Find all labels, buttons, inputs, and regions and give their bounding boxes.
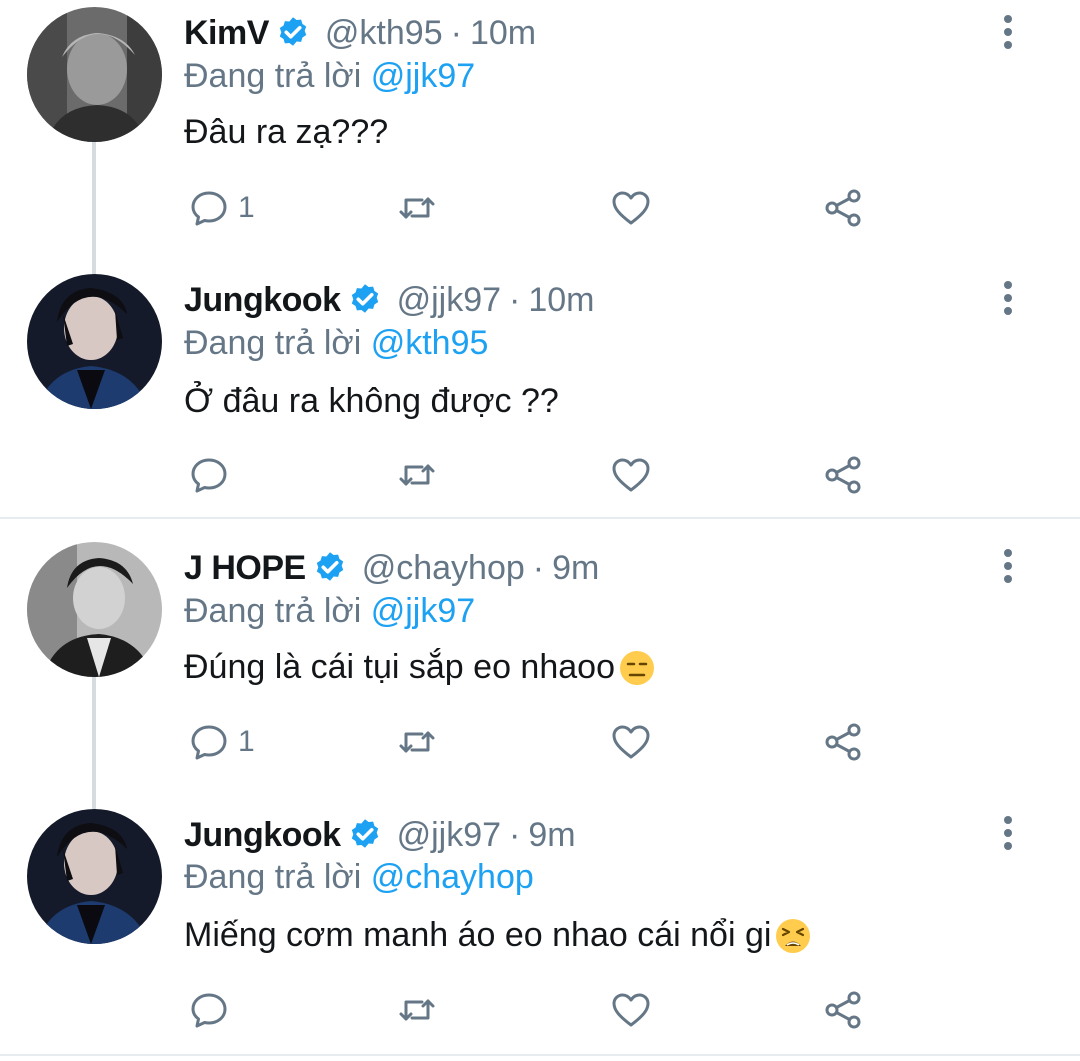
reply-count: 1	[238, 725, 255, 758]
mention-link[interactable]: @chayhop	[371, 858, 534, 896]
avatar[interactable]	[27, 274, 162, 409]
expressionless-face-emoji	[619, 650, 654, 685]
more-vertical-icon[interactable]	[993, 546, 1023, 586]
share-button[interactable]	[822, 450, 864, 500]
avatar[interactable]	[27, 542, 162, 677]
like-button[interactable]	[610, 985, 652, 1035]
retweet-icon	[396, 187, 438, 229]
verified-badge-icon	[347, 817, 383, 853]
reply-icon	[188, 454, 230, 496]
user-handle[interactable]: @kth95	[325, 14, 443, 53]
tweet-text: Ở đâu ra không được ??	[184, 382, 559, 421]
tweet[interactable]: J HOPE @chayhop · 9m Đang trả lời @jjk97…	[0, 520, 1080, 786]
user-handle[interactable]: @jjk97	[397, 281, 501, 320]
action-bar: 1	[184, 183, 884, 233]
separator-dot: ·	[509, 815, 521, 854]
tweet-text: Đúng là cái tụi sắp eo nhaoo	[184, 648, 655, 687]
retweet-button[interactable]	[396, 183, 438, 233]
share-icon	[822, 187, 864, 229]
tweet-divider	[0, 517, 1080, 519]
timestamp[interactable]: 9m	[528, 816, 575, 855]
user-handle[interactable]: @chayhop	[362, 549, 525, 588]
replying-to: Đang trả lời @chayhop	[184, 858, 534, 897]
separator-dot: ·	[509, 280, 521, 319]
replying-label: Đang trả lời	[184, 592, 362, 630]
retweet-icon	[396, 989, 438, 1031]
replying-to: Đang trả lời @kth95	[184, 324, 488, 363]
tweet-text-content: Đúng là cái tụi sắp eo nhaoo	[184, 648, 615, 686]
share-button[interactable]	[822, 985, 864, 1035]
heart-icon	[610, 721, 652, 763]
reply-button[interactable]	[188, 985, 238, 1035]
display-name[interactable]: Jungkook	[184, 281, 341, 320]
retweet-icon	[396, 454, 438, 496]
retweet-button[interactable]	[396, 717, 438, 767]
retweet-button[interactable]	[396, 450, 438, 500]
more-vertical-icon[interactable]	[993, 278, 1023, 318]
action-bar	[184, 450, 884, 500]
like-button[interactable]	[610, 717, 652, 767]
more-vertical-icon[interactable]	[993, 813, 1023, 853]
timestamp[interactable]: 10m	[470, 14, 536, 53]
tweet-text-content: Miếng cơm manh áo eo nhao cái nổi gi	[184, 916, 772, 954]
tweet-text: Đâu ra zạ???	[184, 113, 388, 152]
reply-icon	[188, 721, 230, 763]
share-icon	[822, 989, 864, 1031]
display-name[interactable]: KimV	[184, 14, 269, 53]
tweet-text-content: Ở đâu ra không được ??	[184, 382, 559, 420]
replying-label: Đang trả lời	[184, 57, 362, 95]
reply-count: 1	[238, 191, 255, 224]
share-icon	[822, 454, 864, 496]
verified-badge-icon	[347, 282, 383, 318]
mention-link[interactable]: @jjk97	[371, 592, 475, 630]
retweet-icon	[396, 721, 438, 763]
tired-face-emoji	[776, 918, 811, 953]
verified-badge-icon	[312, 550, 348, 586]
replying-to: Đang trả lời @jjk97	[184, 592, 475, 631]
display-name[interactable]: J HOPE	[184, 549, 306, 588]
tweet-header: J HOPE @chayhop · 9m	[184, 546, 599, 590]
tweet-header: KimV @kth95 · 10m	[184, 11, 536, 55]
tweet-header: Jungkook @jjk97 · 10m	[184, 278, 595, 322]
heart-icon	[610, 989, 652, 1031]
verified-badge-icon	[275, 15, 311, 51]
like-button[interactable]	[610, 450, 652, 500]
mention-link[interactable]: @kth95	[371, 324, 489, 362]
separator-dot: ·	[532, 548, 545, 587]
replying-to: Đang trả lời @jjk97	[184, 57, 475, 96]
share-button[interactable]	[822, 183, 864, 233]
reply-button[interactable]: 1	[188, 717, 255, 767]
mention-link[interactable]: @jjk97	[371, 57, 475, 95]
tweet[interactable]: Jungkook @jjk97 · 9m Đang trả lời @chayh…	[0, 796, 1080, 1058]
action-bar: 1	[184, 717, 884, 767]
tweet[interactable]: Jungkook @jjk97 · 10m Đang trả lời @kth9…	[0, 262, 1080, 516]
like-button[interactable]	[610, 183, 652, 233]
heart-icon	[610, 187, 652, 229]
timestamp[interactable]: 9m	[552, 549, 599, 588]
tweet-header: Jungkook @jjk97 · 9m	[184, 813, 576, 857]
reply-icon	[188, 187, 230, 229]
avatar[interactable]	[27, 7, 162, 142]
replying-label: Đang trả lời	[184, 324, 362, 362]
tweet-text: Miếng cơm manh áo eo nhao cái nổi gi	[184, 916, 811, 955]
reply-button[interactable]: 1	[188, 183, 255, 233]
timestamp[interactable]: 10m	[528, 281, 594, 320]
avatar[interactable]	[27, 809, 162, 944]
reply-button[interactable]	[188, 450, 238, 500]
reply-icon	[188, 989, 230, 1031]
share-button[interactable]	[822, 717, 864, 767]
display-name[interactable]: Jungkook	[184, 816, 341, 855]
tweet-text-content: Đâu ra zạ???	[184, 113, 389, 151]
tweet-divider	[0, 1054, 1080, 1056]
replying-label: Đang trả lời	[184, 858, 362, 896]
more-vertical-icon[interactable]	[993, 12, 1023, 52]
separator-dot: ·	[450, 13, 462, 52]
tweet[interactable]: KimV @kth95 · 10m Đang trả lời @jjk97 Đâ…	[0, 0, 1080, 260]
retweet-button[interactable]	[396, 985, 438, 1035]
heart-icon	[610, 454, 652, 496]
action-bar	[184, 985, 884, 1035]
share-icon	[822, 721, 864, 763]
user-handle[interactable]: @jjk97	[397, 816, 501, 855]
